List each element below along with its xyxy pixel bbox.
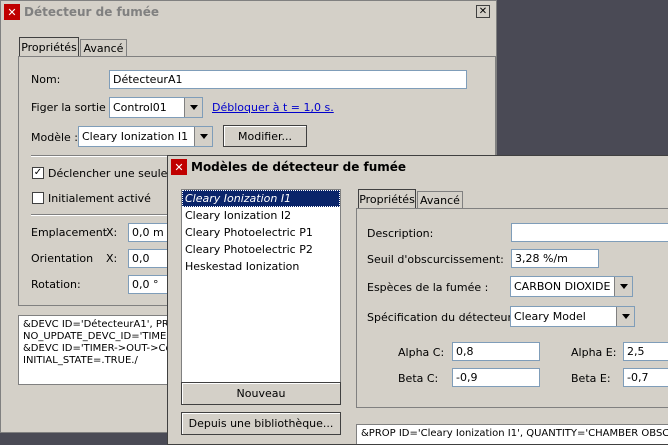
models-titlebar[interactable]: ✕ Modèles de détecteur de fumée: [168, 156, 668, 178]
fds-code-preview[interactable]: &PROP ID='Cleary Ionization I1', QUANTIT…: [356, 424, 668, 444]
description-field[interactable]: [511, 223, 668, 242]
smoke-detector-titlebar[interactable]: ✕ Détecteur de fumée ✕: [1, 1, 496, 23]
beta-c-field[interactable]: -0,9: [452, 368, 540, 387]
nom-label: Nom:: [31, 73, 61, 86]
orientation-label: Orientation: [31, 252, 94, 265]
nouveau-button[interactable]: Nouveau: [181, 382, 341, 405]
especes-select-value: CARBON DIOXIDE: [514, 280, 611, 293]
alpha-e-label: Alpha E:: [571, 346, 617, 359]
alpha-c-field[interactable]: 0,8: [452, 342, 540, 361]
close-icon[interactable]: ✕: [476, 5, 490, 18]
figer-select[interactable]: Control01: [109, 97, 203, 118]
modele-select[interactable]: Cleary Ionization I1: [78, 126, 213, 147]
alpha-e-field[interactable]: 2,5: [623, 342, 668, 361]
seuil-label: Seuil d'obscurcissement:: [367, 253, 504, 266]
models-list[interactable]: Cleary Ionization I1 Cleary Ionization I…: [181, 189, 341, 397]
smoke-detector-models-window: ✕ Modèles de détecteur de fumée Cleary I…: [167, 155, 668, 445]
figer-label: Figer la sortie :: [31, 101, 113, 114]
description-label: Description:: [367, 227, 434, 240]
bibliotheque-button[interactable]: Depuis une bibliothèque...: [181, 412, 341, 435]
tab-proprietes[interactable]: Propriétés: [19, 37, 79, 57]
window-title: Détecteur de fumée: [24, 5, 160, 19]
app-icon: ✕: [4, 4, 20, 20]
list-item[interactable]: Cleary Photoelectric P1: [182, 224, 340, 241]
tab-avance[interactable]: Avancé: [80, 39, 127, 57]
window-title: Modèles de détecteur de fumée: [191, 160, 407, 174]
rotation-label: Rotation:: [31, 278, 81, 291]
modele-select-value: Cleary Ionization I1: [82, 130, 189, 143]
chevron-down-icon[interactable]: [194, 127, 212, 146]
tab-avance[interactable]: Avancé: [417, 191, 463, 209]
declencher-checkbox[interactable]: ✓: [32, 167, 44, 179]
initial-label: Initialement activé: [48, 192, 151, 205]
emplacement-x-label: X:: [106, 226, 118, 239]
chevron-down-icon[interactable]: [184, 98, 202, 117]
list-item[interactable]: Cleary Ionization I2: [182, 207, 340, 224]
nom-field[interactable]: DétecteurA1: [109, 70, 467, 89]
beta-e-label: Beta E:: [571, 372, 611, 385]
chevron-down-icon[interactable]: [616, 307, 634, 326]
figer-select-value: Control01: [113, 101, 167, 114]
tab-proprietes-label: Propriétés: [359, 193, 415, 206]
emplacement-label: Emplacement: [31, 226, 108, 239]
list-item[interactable]: Heskestad Ionization: [182, 258, 340, 275]
beta-e-field[interactable]: -0,7: [623, 368, 668, 387]
especes-select[interactable]: CARBON DIOXIDE: [510, 276, 633, 297]
app-icon: ✕: [171, 159, 187, 175]
tab-avance-label: Avancé: [83, 42, 124, 55]
especes-label: Espèces de la fumée :: [367, 281, 489, 294]
initial-checkbox[interactable]: [32, 192, 44, 204]
debloquer-link[interactable]: Débloquer à t = 1,0 s.: [212, 101, 334, 114]
chevron-down-icon[interactable]: [614, 277, 632, 296]
tab-avance-label: Avancé: [420, 194, 460, 207]
tab-proprietes-label: Propriétés: [21, 41, 77, 54]
specification-label: Spécification du détecteur:: [367, 311, 516, 324]
modele-label: Modèle :: [31, 131, 78, 144]
specification-select-value: Cleary Model: [514, 310, 586, 323]
tab-proprietes[interactable]: Propriétés: [358, 189, 416, 209]
beta-c-label: Beta C:: [398, 372, 439, 385]
seuil-field[interactable]: 3,28 %/m: [511, 249, 599, 268]
list-item[interactable]: Cleary Photoelectric P2: [182, 241, 340, 258]
modifier-button[interactable]: Modifier...: [223, 125, 307, 147]
list-item[interactable]: Cleary Ionization I1: [182, 190, 340, 207]
specification-select[interactable]: Cleary Model: [510, 306, 635, 327]
alpha-c-label: Alpha C:: [398, 346, 445, 359]
orientation-x-label: X:: [106, 252, 118, 265]
